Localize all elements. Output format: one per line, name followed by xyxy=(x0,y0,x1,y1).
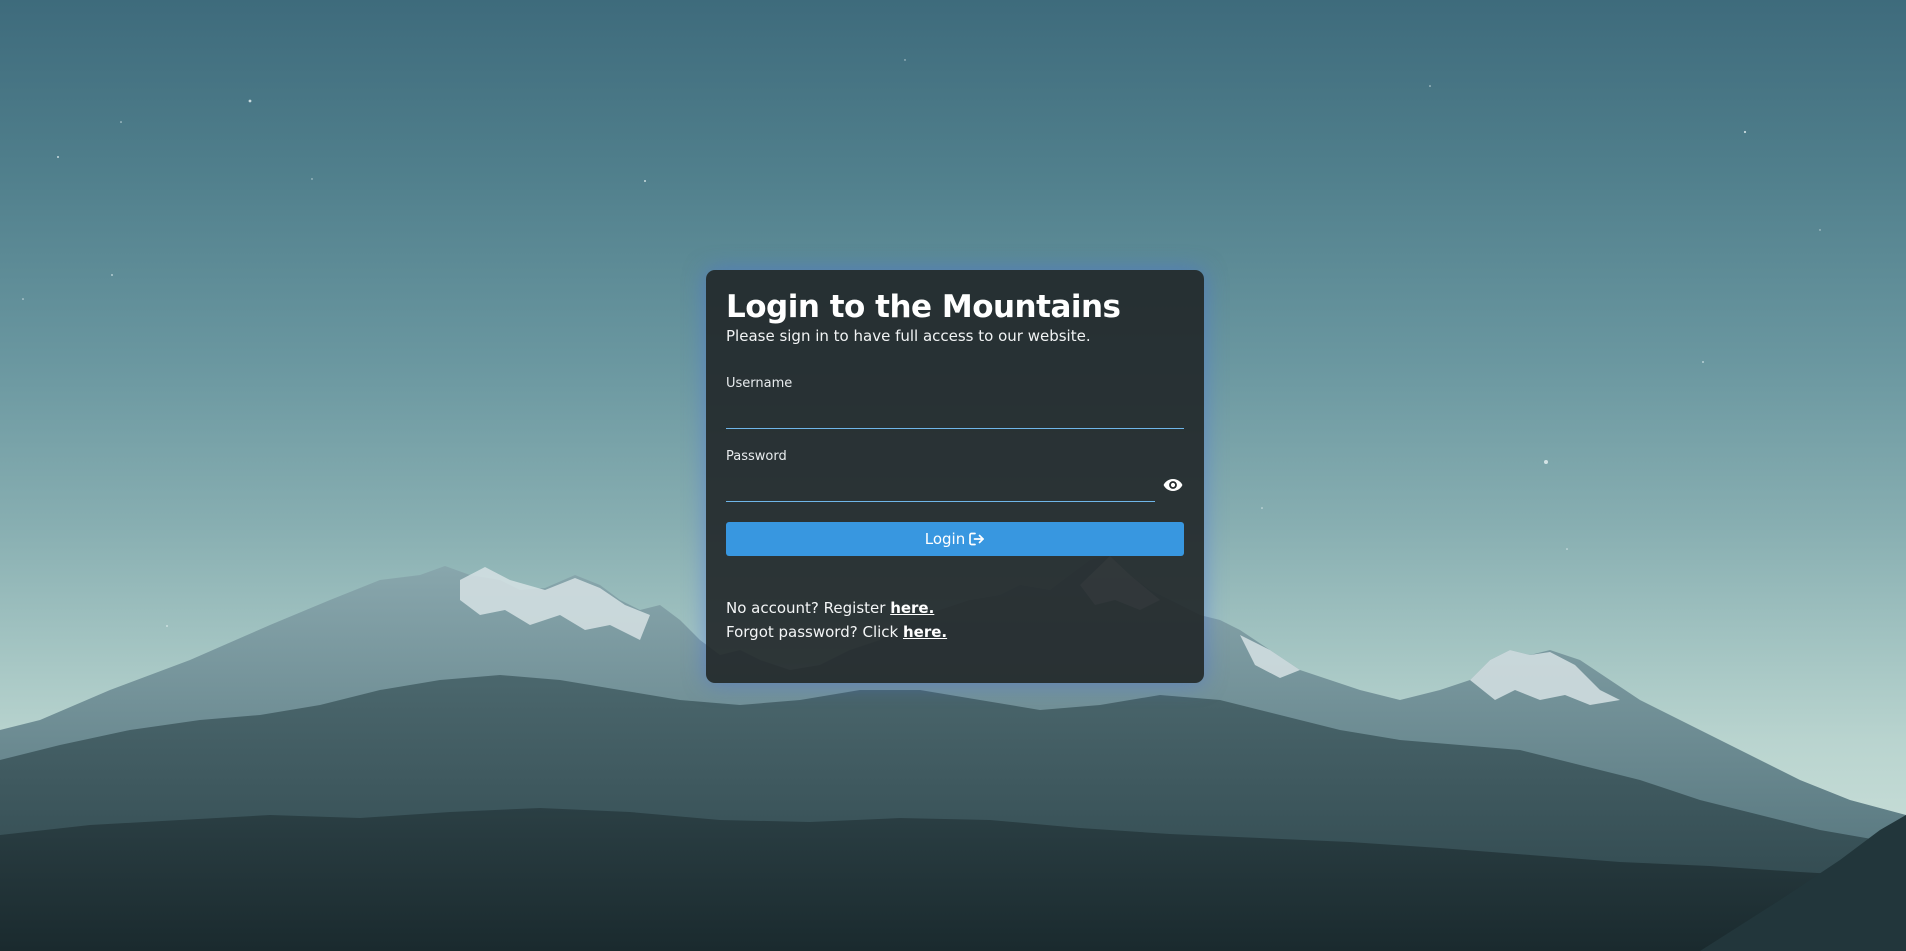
forgot-password-line: Forgot password? Click here. xyxy=(726,620,1184,644)
account-links: No account? Register here. Forgot passwo… xyxy=(726,596,1184,644)
login-button-label: Login xyxy=(924,530,966,548)
login-button[interactable]: Login xyxy=(726,522,1184,556)
username-label: Username xyxy=(726,376,793,391)
register-line: No account? Register here. xyxy=(726,596,1184,620)
eye-icon[interactable] xyxy=(1162,475,1184,495)
register-link[interactable]: here. xyxy=(890,599,934,617)
password-row xyxy=(726,473,1184,503)
username-row xyxy=(726,400,1184,430)
password-label: Password xyxy=(726,449,787,464)
login-page: Login to the Mountains Please sign in to… xyxy=(0,0,1906,951)
forgot-password-link[interactable]: here. xyxy=(903,623,947,641)
page-title: Login to the Mountains xyxy=(726,289,1121,325)
sign-in-icon xyxy=(969,532,985,546)
password-input[interactable] xyxy=(726,473,1155,502)
forgot-password-text: Forgot password? Click xyxy=(726,623,903,641)
register-text: No account? Register xyxy=(726,599,891,617)
login-card: Login to the Mountains Please sign in to… xyxy=(706,270,1204,683)
username-input[interactable] xyxy=(726,400,1184,429)
page-subtitle: Please sign in to have full access to ou… xyxy=(726,327,1091,345)
